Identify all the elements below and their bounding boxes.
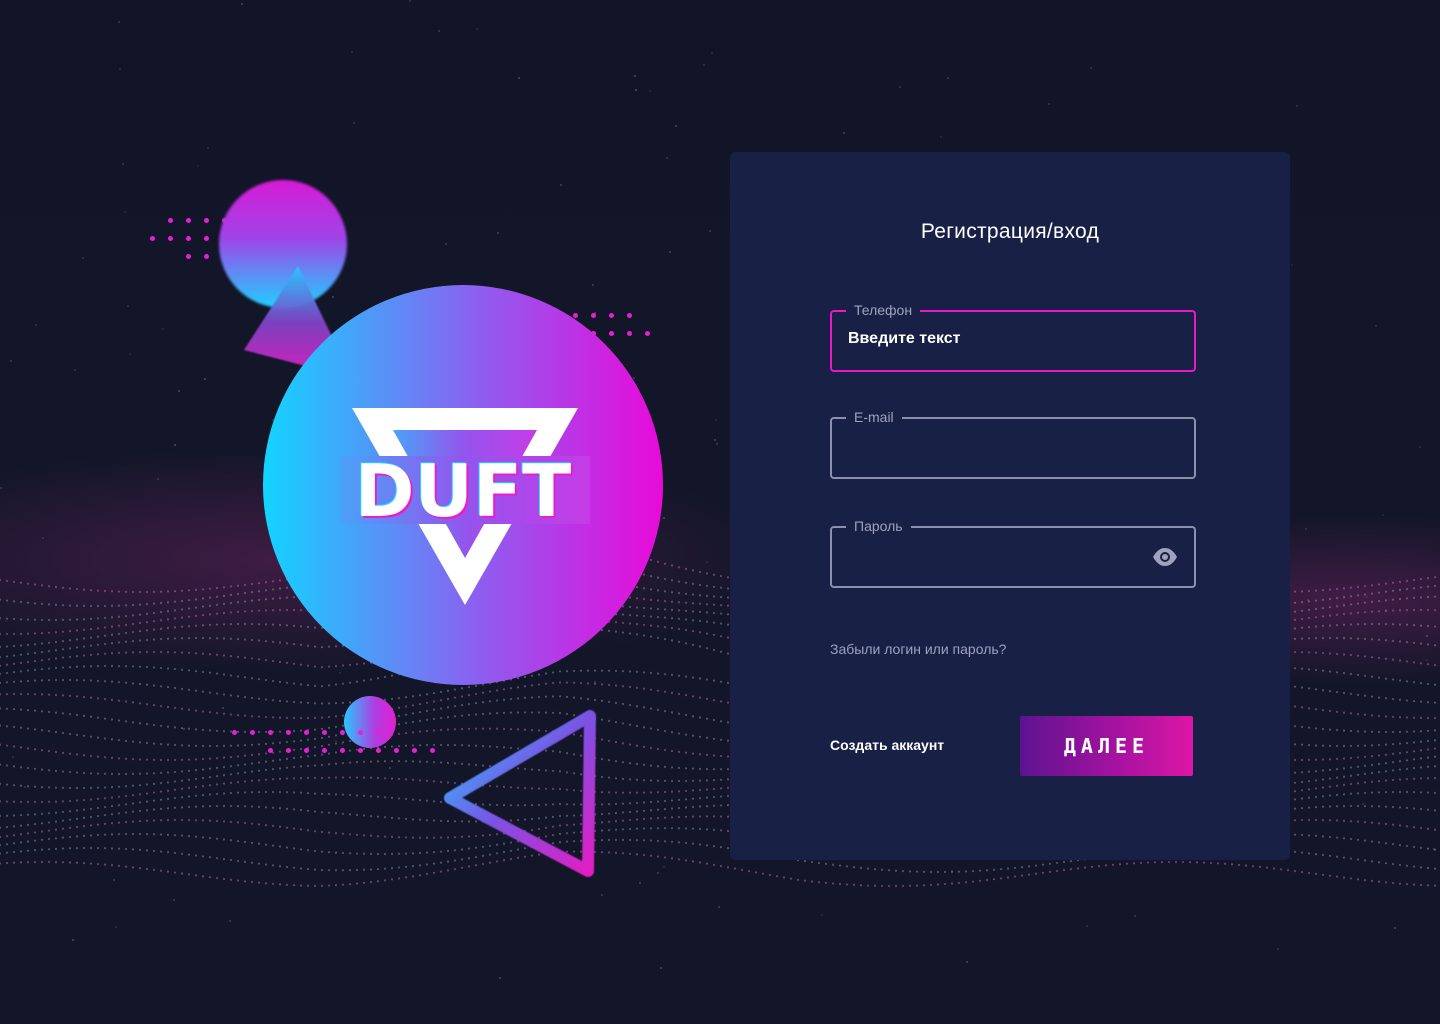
password-label: Пароль (846, 517, 911, 535)
gradient-sphere-small (344, 696, 396, 748)
phone-input[interactable]: Введите текст (848, 330, 961, 348)
duft-logo: DUFT DUFT DUFT (340, 408, 590, 605)
email-label: E-mail (846, 408, 902, 426)
password-field[interactable]: Пароль (830, 517, 1196, 588)
login-card: Регистрация/вход (730, 152, 1290, 860)
phone-field[interactable]: Телефон Введите текст (830, 301, 1196, 372)
eye-icon[interactable] (1152, 547, 1178, 567)
logo-text: DUFT (355, 449, 572, 533)
logo-artwork: DUFT DUFT DUFT (0, 0, 720, 1024)
email-field[interactable]: E-mail (830, 408, 1196, 479)
create-account-link[interactable]: Создать аккаунт (830, 737, 944, 753)
forgot-password-link[interactable]: Забыли логин или пароль? (830, 641, 1006, 657)
form-title: Регистрация/вход (920, 220, 1100, 243)
next-button[interactable]: ДАЛЕЕ (1020, 716, 1193, 776)
triangle-outline (444, 710, 596, 877)
phone-label: Телефон (846, 301, 921, 319)
